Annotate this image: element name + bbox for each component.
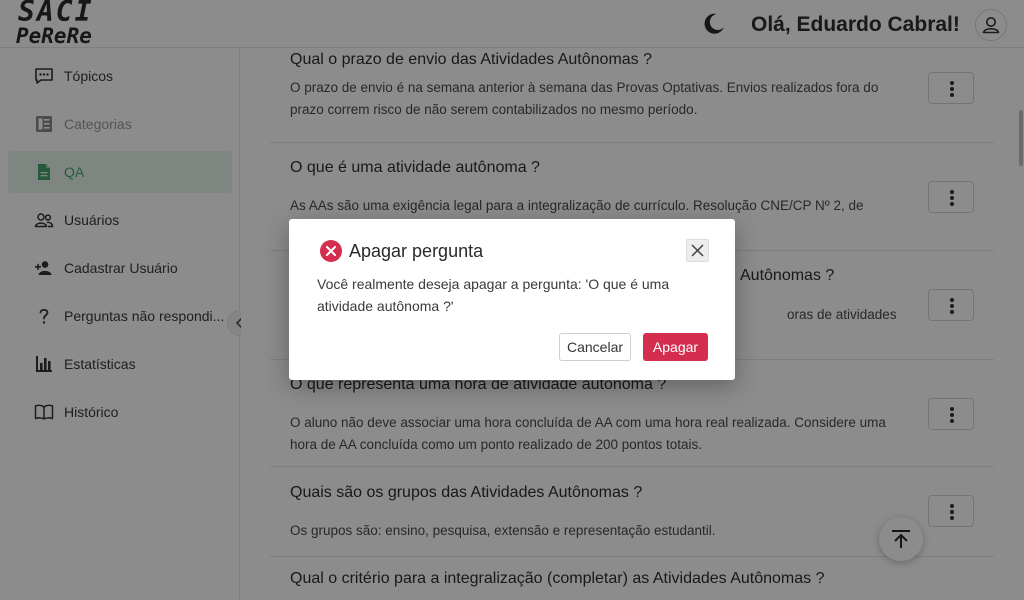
cancel-button[interactable]: Cancelar	[559, 333, 631, 361]
delete-button[interactable]: Apagar	[643, 333, 708, 361]
dialog-close-button[interactable]	[686, 239, 709, 262]
error-icon	[320, 240, 342, 262]
dialog-message: Você realmente deseja apagar a pergunta:…	[317, 276, 670, 314]
dialog-title: Apagar pergunta	[349, 241, 484, 261]
delete-question-dialog: Apagar pergunta Você realmente deseja ap…	[289, 219, 735, 380]
close-icon	[691, 244, 704, 257]
